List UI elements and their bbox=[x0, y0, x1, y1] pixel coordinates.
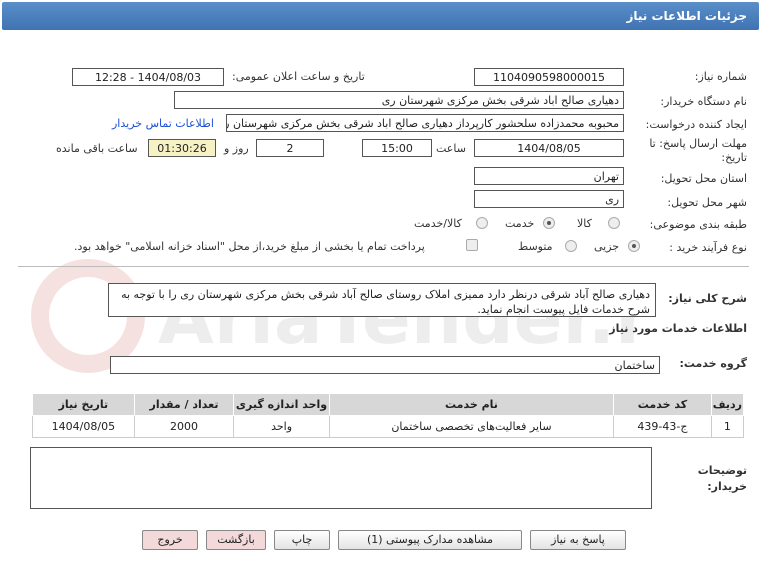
category-goods-radio[interactable] bbox=[608, 217, 620, 229]
category-label: طبقه بندی موضوعی: bbox=[649, 218, 747, 231]
deadline-time-label: ساعت bbox=[436, 142, 466, 155]
need-details-page: جزئیات اطلاعات نیاز AriaTender.net شماره… bbox=[0, 0, 761, 566]
city-label: شهر محل تحویل: bbox=[667, 196, 747, 209]
back-button[interactable]: بازگشت bbox=[206, 530, 266, 550]
category-goods-service-label: کالا/خدمت bbox=[414, 217, 462, 230]
buyer-contact-link[interactable]: اطلاعات تماس خریدار bbox=[112, 117, 214, 130]
requester-label: ایجاد کننده درخواست: bbox=[645, 118, 747, 131]
col-service-name: نام خدمت bbox=[328, 393, 615, 416]
deadline-label: مهلت ارسال پاسخ: تا bbox=[649, 137, 747, 150]
category-service-radio[interactable] bbox=[543, 217, 555, 229]
remaining-time-field: 01:30:26 bbox=[148, 139, 216, 157]
announce-datetime-field: 1404/08/03 - 12:28 bbox=[72, 68, 224, 86]
deadline-date-field: 1404/08/05 bbox=[474, 139, 624, 157]
cell-unit: واحد bbox=[233, 415, 330, 438]
category-goods-service-radio[interactable] bbox=[476, 217, 488, 229]
city-field: ری bbox=[474, 190, 624, 208]
cell-service-code: ج-43-439 bbox=[613, 415, 712, 438]
cell-quantity: 2000 bbox=[133, 415, 235, 438]
general-desc-label: شرح کلی نیاز: bbox=[668, 292, 747, 305]
services-heading: اطلاعات خدمات مورد نیاز bbox=[609, 322, 747, 335]
buyer-notes-label: توضیحات bbox=[697, 464, 747, 477]
process-minor-label: جزیی bbox=[594, 240, 620, 253]
announce-datetime-label: تاریخ و ساعت اعلان عمومی: bbox=[232, 70, 365, 83]
table-header-row: ردیف کد خدمت نام خدمت واحد اندازه گیری ت… bbox=[32, 393, 745, 416]
remaining-days-field: 2 bbox=[256, 139, 324, 157]
cell-service-name: سایر فعالیت‌های تخصصی ساختمان bbox=[328, 415, 615, 438]
requester-field: محبوبه محمدزاده سلحشور کارپرداز دهیاری ص… bbox=[226, 114, 624, 132]
treasury-payment-note: پرداخت تمام یا بخشی از مبلغ خرید،از محل … bbox=[74, 240, 425, 253]
buyer-notes-field[interactable] bbox=[30, 447, 652, 509]
service-group-label: گروه خدمت: bbox=[679, 357, 747, 370]
need-number-label: شماره نیاز: bbox=[694, 70, 747, 83]
process-medium-radio[interactable] bbox=[565, 240, 577, 252]
page-title: جزئیات اطلاعات نیاز bbox=[2, 2, 759, 30]
deadline-label-date: تاریخ: bbox=[721, 151, 747, 164]
remaining-time-label: ساعت باقی مانده bbox=[56, 142, 138, 155]
buyer-org-label: نام دستگاه خریدار: bbox=[660, 95, 747, 108]
process-minor-radio[interactable] bbox=[628, 240, 640, 252]
buyer-org-field: دهیاری صالح اباد شرقی بخش مرکزی شهرستان … bbox=[174, 91, 624, 109]
col-unit: واحد اندازه گیری bbox=[233, 393, 330, 416]
col-quantity: تعداد / مقدار bbox=[133, 393, 235, 416]
services-table: ردیف کد خدمت نام خدمت واحد اندازه گیری ت… bbox=[32, 393, 745, 438]
view-attachments-button[interactable]: مشاهده مدارک پیوستی (1) bbox=[338, 530, 522, 550]
print-button[interactable]: چاپ bbox=[274, 530, 330, 550]
exit-button[interactable]: خروج bbox=[142, 530, 198, 550]
province-field: تهران bbox=[474, 167, 624, 185]
cell-need-date: 1404/08/05 bbox=[32, 415, 135, 438]
table-row: 1 ج-43-439 سایر فعالیت‌های تخصصی ساختمان… bbox=[32, 415, 745, 438]
general-desc-field: دهیاری صالح آباد شرقی درنظر دارد ممیزی ا… bbox=[108, 283, 656, 317]
reply-button[interactable]: پاسخ به نیاز bbox=[530, 530, 626, 550]
process-label: نوع فرآیند خرید : bbox=[669, 241, 747, 254]
col-service-code: کد خدمت bbox=[613, 393, 712, 416]
province-label: استان محل تحویل: bbox=[660, 172, 747, 185]
treasury-payment-checkbox[interactable] bbox=[466, 239, 478, 251]
col-row: ردیف bbox=[710, 393, 745, 416]
service-group-field: ساختمان bbox=[110, 356, 660, 374]
need-number-field: 1104090598000015 bbox=[474, 68, 624, 86]
deadline-time-field: 15:00 bbox=[362, 139, 432, 157]
buyer-notes-label-2: خریدار: bbox=[707, 480, 747, 493]
col-need-date: تاریخ نیاز bbox=[32, 393, 135, 416]
category-goods-label: کالا bbox=[577, 217, 592, 230]
category-service-label: خدمت bbox=[505, 217, 535, 230]
section-divider bbox=[18, 266, 749, 267]
process-medium-label: متوسط bbox=[518, 240, 553, 253]
cell-row: 1 bbox=[710, 415, 745, 438]
days-label: روز و bbox=[224, 142, 249, 155]
